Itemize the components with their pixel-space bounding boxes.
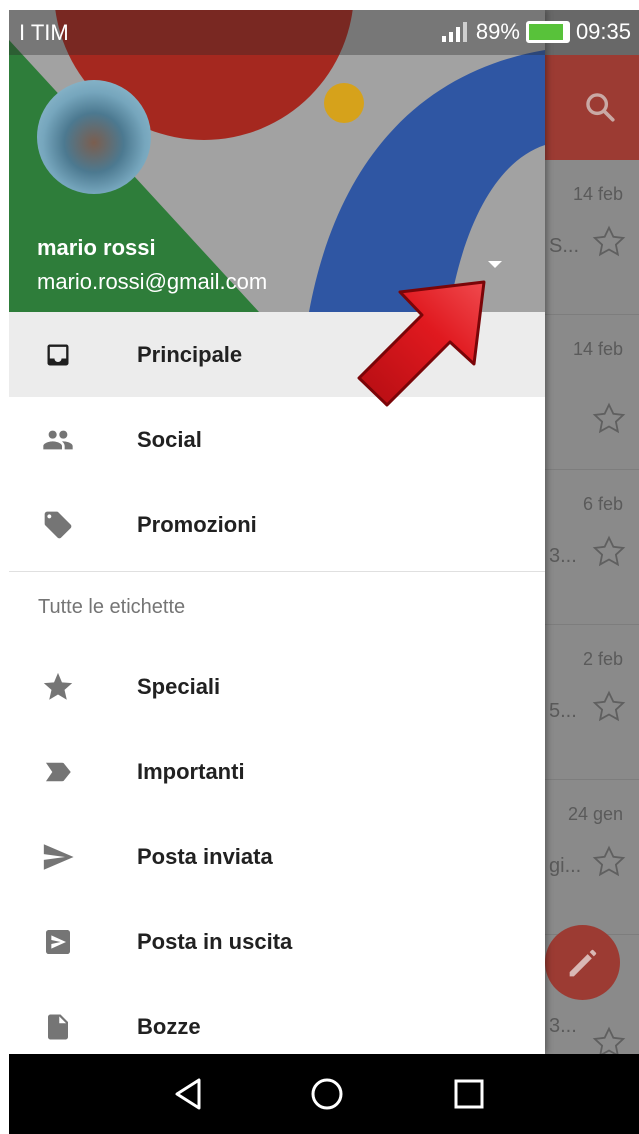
signal-icon <box>441 22 467 42</box>
email-snippet: 3... <box>549 545 577 567</box>
people-icon <box>38 420 78 460</box>
menu-item-label: Principale <box>137 341 243 367</box>
important-icon <box>38 752 78 792</box>
menu-item-label: Speciali <box>137 673 221 699</box>
email-date: 14 feb <box>572 339 623 359</box>
email-row[interactable]: 2 feb 5... <box>545 625 639 780</box>
email-date: 14 feb <box>572 184 623 204</box>
menu-item-label: Social <box>137 426 202 452</box>
status-bar: I TIM 89% 09:35 <box>9 10 639 55</box>
menu-item-speciali[interactable]: Speciali <box>9 644 545 729</box>
battery-level-bar <box>528 24 563 40</box>
inbox-icon <box>38 335 78 375</box>
menu-item-label: Importanti <box>137 758 245 784</box>
home-icon[interactable] <box>307 1074 347 1114</box>
section-header-label: Tutte le etichette <box>38 596 186 618</box>
status-indicators: 89% 09:35 <box>440 19 631 45</box>
email-row[interactable]: 14 feb <box>545 315 639 470</box>
draft-icon <box>38 1007 78 1047</box>
menu-item-importanti[interactable]: Importanti <box>9 729 545 814</box>
email-snippet: gi... <box>549 855 582 877</box>
system-navigation-bar <box>9 1054 639 1134</box>
email-row[interactable]: 14 feb S... <box>545 160 639 315</box>
star-outline-icon[interactable] <box>591 844 627 880</box>
send-icon <box>38 837 78 877</box>
battery-icon <box>525 21 570 43</box>
tag-icon <box>38 505 78 545</box>
outbox-icon <box>38 922 78 962</box>
star-outline-icon[interactable] <box>591 224 627 260</box>
account-email: mario.rossi@gmail.com <box>37 269 268 294</box>
star-outline-icon[interactable] <box>591 401 627 437</box>
menu-item-label: Bozze <box>137 1013 201 1039</box>
battery-percent: 89% <box>475 19 520 44</box>
email-snippet: S... <box>549 235 580 257</box>
email-date: 6 feb <box>582 494 623 514</box>
carrier-label: I TIM <box>19 20 69 45</box>
pencil-icon <box>569 949 597 977</box>
menu-item-label: Posta in uscita <box>137 928 293 954</box>
menu-item-bozze[interactable]: Bozze <box>9 984 545 1054</box>
star-icon <box>38 667 78 707</box>
email-date: 2 feb <box>582 649 623 669</box>
email-snippet: 3... <box>549 1015 577 1037</box>
menu-item-posta-inviata[interactable]: Posta inviata <box>9 814 545 899</box>
navigation-drawer: mario rossi mario.rossi@gmail.com Princi… <box>9 10 545 1054</box>
menu-item-label: Posta inviata <box>137 843 273 869</box>
email-row[interactable]: 6 feb 3... <box>545 470 639 625</box>
menu-item-posta-in-uscita[interactable]: Posta in uscita <box>9 899 545 984</box>
back-icon[interactable] <box>169 1074 209 1114</box>
avatar[interactable] <box>37 80 151 194</box>
compose-button[interactable] <box>545 925 620 1000</box>
red-arrow-annotation <box>357 280 486 407</box>
search-icon[interactable] <box>583 90 617 124</box>
phone-screen: 14 feb S... 14 feb 6 feb 3... 2 feb 5...… <box>9 10 639 1134</box>
email-date: 24 gen <box>567 804 623 824</box>
menu-item-label: Promozioni <box>137 511 257 537</box>
email-row[interactable]: 24 gen gi... <box>545 780 639 935</box>
clock: 09:35 <box>575 19 631 44</box>
email-snippet: 5... <box>549 700 577 722</box>
recent-apps-icon[interactable] <box>449 1074 489 1114</box>
drawer-header: mario rossi mario.rossi@gmail.com <box>9 10 545 312</box>
menu-item-promozioni[interactable]: Promozioni <box>9 482 545 567</box>
account-name: mario rossi <box>37 235 156 260</box>
star-outline-icon[interactable] <box>591 689 627 725</box>
star-outline-icon[interactable] <box>591 534 627 570</box>
drawer-menu: Principale Social Promozioni Tutte le et… <box>9 312 545 1054</box>
section-header: Tutte le etichette <box>9 572 545 644</box>
